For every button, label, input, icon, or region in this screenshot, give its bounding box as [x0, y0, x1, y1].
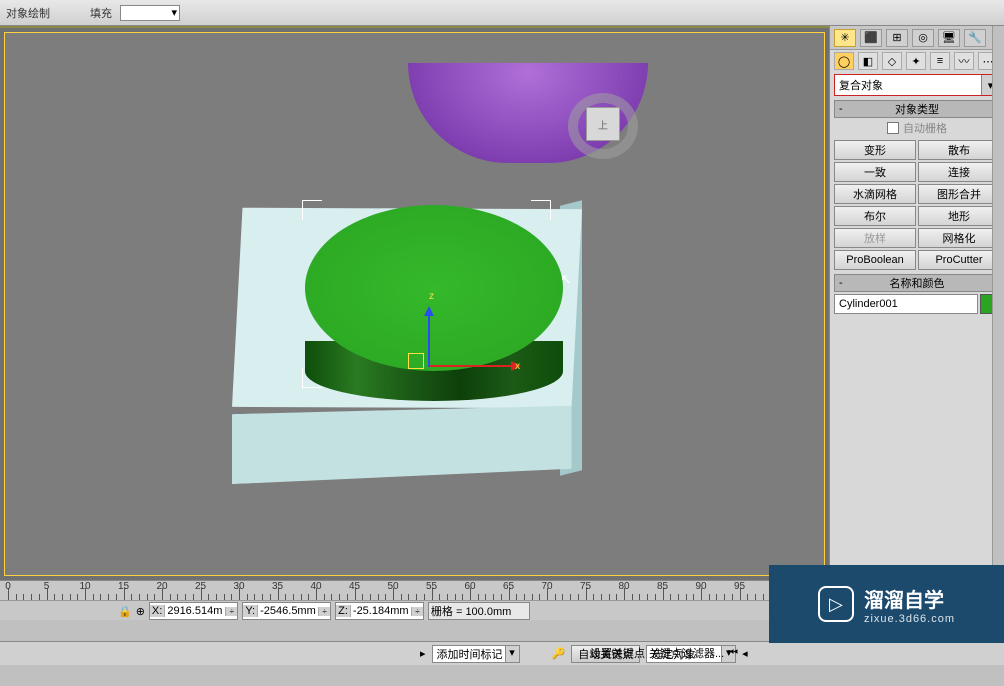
setkey-button[interactable]: 设置关键点: [590, 645, 645, 661]
fill-combo[interactable]: ▾: [120, 5, 180, 21]
category-value: 复合对象: [839, 77, 883, 93]
btn-proboolean[interactable]: ProBoolean: [834, 250, 916, 270]
rollout-object-type[interactable]: - 对象类型: [834, 100, 1000, 118]
tab-create[interactable]: ✳: [834, 29, 856, 47]
btn-boolean[interactable]: 布尔: [834, 206, 916, 226]
name-color-row: Cylinder001: [830, 292, 1004, 316]
category-dropdown[interactable]: 复合对象 ▾: [834, 74, 1000, 96]
object-name-input[interactable]: Cylinder001: [834, 294, 978, 314]
lock-icon[interactable]: 🔒: [118, 605, 132, 618]
grid-readout: 栅格 = 100.0mm: [428, 602, 530, 620]
object-type-buttons: 变形 散布 一致 连接 水滴网格 图形合并 布尔 地形 放样 网格化 ProBo…: [830, 138, 1004, 272]
rollout-title: 对象类型: [895, 101, 939, 117]
autogrid-checkbox[interactable]: [887, 122, 899, 134]
create-subcategory-row: ◯ ◧ ◇ ✦ ≡ 〰 ⋯: [830, 50, 1004, 72]
btn-mesher[interactable]: 网格化: [918, 228, 1000, 248]
goto-start-icon[interactable]: ⏮: [728, 647, 738, 660]
fill-label: 填充: [90, 5, 112, 21]
command-panel: ✳ ⬛ ⊞ ◎ 🖥 🔧 ◯ ◧ ◇ ✦ ≡ 〰 ⋯ 复合对象 ▾ - 对象类型 …: [829, 26, 1004, 580]
tab-utilities[interactable]: 🔧: [964, 29, 986, 47]
watermark-url: zixue.3d66.com: [864, 613, 955, 625]
watermark: ▷ 溜溜自学 zixue.3d66.com: [769, 565, 1004, 643]
gizmo-origin: [408, 353, 424, 369]
cameras-icon[interactable]: ✦: [906, 52, 926, 70]
selection-bracket: [302, 200, 322, 220]
prev-frame-icon[interactable]: ◂: [742, 647, 748, 660]
selection-bracket: [302, 368, 322, 388]
viewport-wrap: z x 上 ↖: [0, 26, 829, 580]
minus-icon: -: [839, 277, 843, 289]
tag-icon[interactable]: ▸: [420, 647, 426, 660]
top-toolbar: 对象绘制 填充 ▾: [0, 0, 1004, 26]
btn-shapemerge[interactable]: 图形合并: [918, 184, 1000, 204]
autogrid-label: 自动栅格: [903, 120, 947, 136]
watermark-title: 溜溜自学: [864, 584, 944, 613]
autogrid-row: 自动栅格: [830, 118, 1004, 138]
key-icon[interactable]: 🔑: [552, 647, 566, 660]
btn-procutter[interactable]: ProCutter: [918, 250, 1000, 270]
panel-scroll-gutter[interactable]: [992, 26, 1004, 580]
viewport[interactable]: z x 上 ↖: [4, 32, 825, 576]
keyfilter-button[interactable]: 关键点过滤器...: [649, 645, 724, 661]
cursor-icon: ↖: [560, 271, 572, 288]
move-gizmo[interactable]: [423, 303, 523, 373]
btn-conform[interactable]: 一致: [834, 162, 916, 182]
tab-hierarchy[interactable]: ⊞: [886, 29, 908, 47]
x-spinner[interactable]: X:2916.514m÷: [149, 602, 238, 620]
tab-display[interactable]: 🖥: [938, 29, 960, 47]
z-spinner[interactable]: Z:-25.184mm÷: [335, 602, 424, 620]
play-icon: ▷: [818, 586, 854, 622]
btn-terrain[interactable]: 地形: [918, 206, 1000, 226]
btn-blobmesh[interactable]: 水滴网格: [834, 184, 916, 204]
status-row2: 设置关键点 关键点过滤器... ⏮ ◂: [590, 641, 748, 665]
axis-label-z: z: [429, 291, 434, 302]
command-panel-tabs: ✳ ⬛ ⊞ ◎ 🖥 🔧: [830, 26, 1004, 50]
snap-icon[interactable]: ⊕: [136, 605, 145, 618]
btn-connect[interactable]: 连接: [918, 162, 1000, 182]
gizmo-x-axis[interactable]: [428, 365, 518, 367]
helpers-icon[interactable]: ≡: [930, 52, 950, 70]
gizmo-z-axis[interactable]: [428, 309, 430, 367]
btn-loft[interactable]: 放样: [834, 228, 916, 248]
axis-label-x: x: [515, 361, 520, 372]
y-spinner[interactable]: Y:-2546.5mm÷: [242, 602, 331, 620]
viewcube-face[interactable]: 上: [586, 107, 620, 141]
geometry-icon[interactable]: ◯: [834, 52, 854, 70]
viewcube[interactable]: 上: [568, 93, 638, 159]
btn-deform[interactable]: 变形: [834, 140, 916, 160]
main-area: z x 上 ↖ ✳ ⬛ ⊞ ◎ 🖥 🔧 ◯ ◧ ◇ ✦ ≡ 〰 ⋯: [0, 26, 1004, 580]
lights-icon[interactable]: ◇: [882, 52, 902, 70]
rollout-title: 名称和颜色: [890, 275, 945, 291]
shapes-icon[interactable]: ◧: [858, 52, 878, 70]
addtime-combo[interactable]: 添加时间标记▾: [432, 645, 520, 663]
tab-motion[interactable]: ◎: [912, 29, 934, 47]
selection-bracket: [531, 200, 551, 220]
status-bar: ▸ 添加时间标记▾ 🔑 自动关键点 选定对象▾: [0, 641, 1004, 665]
minus-icon: -: [839, 103, 843, 115]
spacewarps-icon[interactable]: 〰: [954, 52, 974, 70]
rollout-name-color[interactable]: - 名称和颜色: [834, 274, 1000, 292]
tab-modify[interactable]: ⬛: [860, 29, 882, 47]
btn-scatter[interactable]: 散布: [918, 140, 1000, 160]
object-paint-label: 对象绘制: [6, 5, 50, 21]
